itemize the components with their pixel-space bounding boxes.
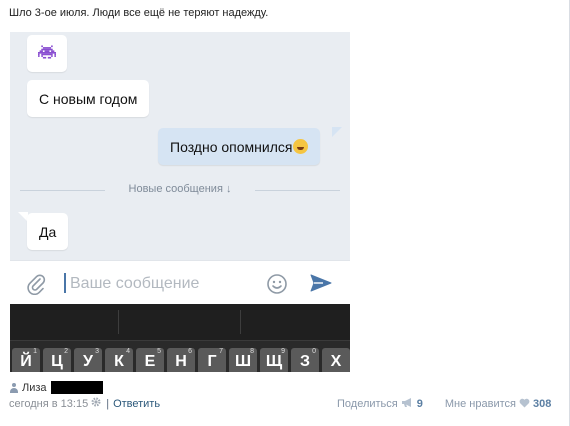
paperclip-icon[interactable] <box>26 273 46 300</box>
key-number: 9 <box>281 348 285 355</box>
post-text: Шло 3-ое июля. Люди все ещё не теряют на… <box>9 7 269 19</box>
like-count: 308 <box>532 398 552 410</box>
post-timestamp[interactable]: сегодня в 13:15 <box>9 398 88 410</box>
message-text: Поздно опомнился <box>170 138 293 155</box>
key-letter: З <box>299 353 311 370</box>
keyboard-key[interactable]: З0 <box>291 348 319 372</box>
send-icon[interactable] <box>310 274 332 297</box>
redaction-bar <box>50 381 103 394</box>
keyboard-row: Й1Ц2У3К4Е5Н6Г7Ш8Щ9З0Х <box>12 348 350 372</box>
share-button[interactable]: Поделиться 9 <box>337 397 423 411</box>
keyboard-key[interactable]: Й1 <box>12 348 40 372</box>
user-icon <box>9 382 19 393</box>
gear-icon[interactable] <box>91 397 101 410</box>
share-count: 9 <box>416 398 423 410</box>
key-number: 1 <box>33 348 37 355</box>
message-bubble-outgoing: Поздно опомнился <box>158 128 321 165</box>
keyboard-key[interactable]: Г7 <box>198 348 226 372</box>
new-messages-label: Новые сообщения ↓ <box>128 183 232 195</box>
key-letter: Е <box>144 353 156 370</box>
like-button[interactable]: Мне нравится 308 <box>445 398 551 411</box>
key-letter: Г <box>207 353 217 370</box>
post-meta: сегодня в 13:15 | Ответить <box>9 397 160 410</box>
key-letter: Ц <box>51 353 63 370</box>
chat-area: С новым годом Поздно опомнился Новые соо… <box>10 32 350 260</box>
keyboard-key[interactable]: Х <box>322 348 350 372</box>
key-letter: К <box>114 353 124 370</box>
screenshot-image: С новым годом Поздно опомнился Новые соо… <box>10 32 350 372</box>
keyboard-key[interactable]: У3 <box>74 348 102 372</box>
heart-icon <box>519 398 530 411</box>
author-name[interactable]: Лиза <box>22 382 47 394</box>
key-letter: Й <box>20 353 32 370</box>
message-text: С новым годом <box>39 90 138 107</box>
on-screen-keyboard: Й1Ц2У3К4Е5Н6Г7Ш8Щ9З0Х <box>10 304 350 372</box>
megaphone-icon <box>401 397 414 411</box>
key-letter: Ш <box>234 353 252 370</box>
message-bubble-incoming: С новым годом <box>27 80 150 117</box>
bubble-tail <box>332 127 342 137</box>
sticker-message <box>27 35 67 72</box>
share-label: Поделиться <box>337 398 398 410</box>
keyboard-key[interactable]: Е5 <box>136 348 164 372</box>
key-number: 7 <box>219 348 223 355</box>
message-composer <box>10 260 350 305</box>
laughing-tears-icon <box>293 139 309 154</box>
key-number: 4 <box>126 348 130 355</box>
keyboard-key[interactable]: Щ9 <box>260 348 288 372</box>
key-letter: Х <box>330 353 342 370</box>
keyboard-key[interactable]: К4 <box>105 348 133 372</box>
post-actions: Поделиться 9 Мне нравится 308 <box>337 397 551 411</box>
key-number: 0 <box>312 348 316 355</box>
keyboard-key[interactable]: Ш8 <box>229 348 257 372</box>
post-author: Лиза <box>9 381 103 394</box>
text-cursor <box>64 273 66 293</box>
reply-link[interactable]: Ответить <box>113 398 160 410</box>
key-number: 3 <box>95 348 99 355</box>
new-messages-divider: Новые сообщения ↓ <box>20 183 340 197</box>
like-label: Мне нравится <box>444 398 516 410</box>
key-number: 5 <box>157 348 161 355</box>
space-invader-icon <box>38 45 56 62</box>
keyboard-key[interactable]: Ц2 <box>43 348 71 372</box>
message-input[interactable] <box>68 271 262 297</box>
keyboard-key[interactable]: Н6 <box>167 348 195 372</box>
keyboard-suggestion-bar <box>10 304 350 341</box>
emoji-icon[interactable] <box>266 273 288 300</box>
key-number: 8 <box>250 348 254 355</box>
key-letter: Н <box>175 353 187 370</box>
key-letter: У <box>83 353 93 370</box>
message-text: Да <box>39 223 57 240</box>
key-number: 2 <box>64 348 68 355</box>
separator: | <box>106 397 110 410</box>
key-letter: Щ <box>265 353 283 370</box>
key-number: 6 <box>188 348 192 355</box>
message-bubble-incoming: Да <box>27 213 69 250</box>
